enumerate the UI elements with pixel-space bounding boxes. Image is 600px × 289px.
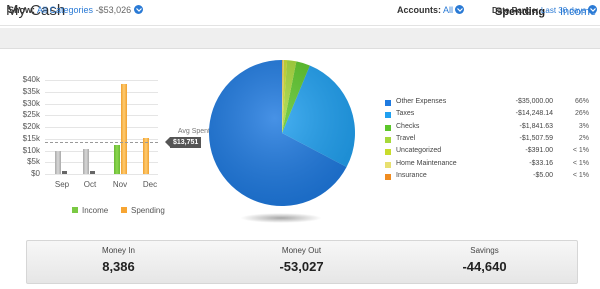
money-out-value: -53,027 — [279, 259, 324, 274]
category-percent: 3% — [578, 122, 589, 130]
category-amount: -$1,841.63 — [519, 122, 553, 130]
x-tick-label: Sep — [54, 180, 70, 189]
bar-income-nov[interactable] — [113, 144, 120, 174]
breakdown-row[interactable]: Insurance -$5.00 < 1% — [385, 172, 589, 184]
money-out: Money Out -53,027 — [210, 241, 393, 283]
category-amount: -$1,507.59 — [519, 134, 553, 142]
show-amount: -$53,026 — [95, 5, 132, 15]
y-tick-label: $5k — [27, 157, 40, 167]
category-name: Insurance — [396, 171, 427, 179]
gridline — [45, 115, 158, 117]
money-in: Money In 8,386 — [27, 241, 210, 283]
y-tick-label: $20k — [22, 122, 40, 131]
date-range-label: Date Range: — [492, 6, 539, 15]
accounts-select[interactable]: All — [443, 5, 453, 15]
category-name: Home Maintenance — [396, 159, 457, 167]
category-amount: -$35,000.00 — [515, 98, 553, 105]
breakdown-row[interactable]: Other Expenses -$35,000.00 66% — [385, 98, 589, 110]
category-percent: 66% — [574, 98, 589, 105]
gridline — [45, 103, 158, 105]
category-percent: 2% — [578, 134, 589, 142]
category-name: Uncategorized — [396, 147, 442, 155]
category-name: Other Expenses — [396, 98, 447, 105]
y-tick-label: $35k — [22, 86, 40, 96]
gridline — [45, 150, 158, 152]
money-out-label: Money Out — [281, 246, 322, 255]
category-amount: -$391.00 — [525, 147, 553, 155]
category-swatch — [385, 136, 391, 143]
gridline — [45, 162, 158, 164]
category-name: Checks — [396, 122, 420, 130]
breakdown-row[interactable]: Checks -$1,841.63 3% — [385, 123, 589, 135]
avg-spent-line — [45, 141, 158, 143]
category-amount: -$5.00 — [533, 171, 553, 179]
pie-shadow — [240, 213, 322, 223]
y-tick-label: $40k — [22, 75, 40, 84]
gridline — [45, 138, 158, 140]
breakdown-row[interactable]: Travel -$1,507.59 2% — [385, 135, 589, 147]
accounts-chevron-down-icon[interactable] — [455, 5, 464, 14]
breakdown-row[interactable]: Taxes -$14,248.14 26% — [385, 110, 589, 122]
show-label: Show: — [8, 5, 35, 15]
y-tick-label: $10k — [22, 145, 40, 155]
bar-spending-oct[interactable] — [83, 149, 89, 174]
gridline — [45, 91, 158, 93]
legend-spending-label: Spending — [131, 206, 165, 215]
legend-income-swatch — [72, 207, 78, 213]
bar-spending-nov[interactable] — [120, 83, 127, 174]
category-chevron-down-icon[interactable] — [134, 5, 143, 14]
avg-spent-value: $13,751 — [170, 137, 202, 148]
category-percent: < 1% — [572, 147, 589, 155]
bar-stub-sep — [62, 171, 67, 174]
category-filter: Show: All Categories -$53,026 — [8, 5, 131, 15]
filter-bar — [0, 28, 600, 49]
savings-label: Savings — [470, 246, 499, 255]
bar-spending-sep[interactable] — [55, 150, 61, 174]
bar-stub-oct — [90, 171, 95, 174]
breakdown-row[interactable]: Uncategorized -$391.00 < 1% — [385, 147, 589, 159]
legend-spending-swatch — [121, 207, 127, 213]
category-select[interactable]: All Categories — [37, 5, 93, 15]
bar-spending-dec[interactable] — [143, 137, 149, 174]
date-range-select[interactable]: Last 30 days — [541, 6, 586, 15]
category-amount: -$33.16 — [529, 159, 553, 167]
summary-panel: Money In 8,386 Money Out -53,027 Savings… — [26, 240, 578, 284]
y-tick-label: $0 — [31, 169, 40, 178]
category-name: Taxes — [396, 110, 415, 118]
breakdown-row[interactable]: Home Maintenance -$33.16 < 1% — [385, 160, 589, 172]
category-amount: -$14,248.14 — [515, 110, 553, 118]
category-swatch — [385, 100, 391, 106]
savings-value: -44,640 — [462, 259, 507, 274]
category-swatch — [385, 149, 391, 156]
accounts-label: Accounts: — [397, 5, 442, 15]
legend-income-label: Income — [82, 206, 109, 215]
category-name: Travel — [396, 134, 416, 142]
pie-highlight — [209, 60, 355, 206]
category-swatch — [385, 112, 391, 119]
money-in-label: Money In — [102, 246, 135, 255]
y-tick-label: $15k — [22, 133, 40, 143]
y-tick-label: $30k — [22, 98, 40, 108]
y-tick-label: $25k — [22, 110, 40, 120]
category-swatch — [385, 173, 391, 180]
gridline — [45, 80, 158, 81]
x-tick-label: Nov — [112, 180, 128, 189]
category-percent: < 1% — [572, 171, 589, 179]
gridline — [45, 127, 158, 128]
category-swatch — [385, 124, 391, 131]
x-tick-label: Dec — [142, 180, 158, 189]
gridline — [45, 174, 158, 175]
x-tick-label: Oct — [83, 180, 97, 189]
category-swatch — [385, 161, 391, 168]
money-in-value: 8,386 — [102, 259, 135, 274]
spending-pie-chart — [208, 60, 355, 207]
category-percent: 26% — [574, 110, 589, 118]
date-range-filter: Date Range: Last 30 days — [492, 6, 586, 15]
header-divider — [0, 25, 600, 26]
accounts-filter: Accounts: All — [397, 5, 453, 15]
category-percent: < 1% — [572, 159, 589, 167]
avg-spent-label: Avg Spent — [177, 128, 210, 135]
savings: Savings -44,640 — [393, 241, 576, 283]
date-range-chevron-down-icon[interactable] — [588, 5, 597, 14]
